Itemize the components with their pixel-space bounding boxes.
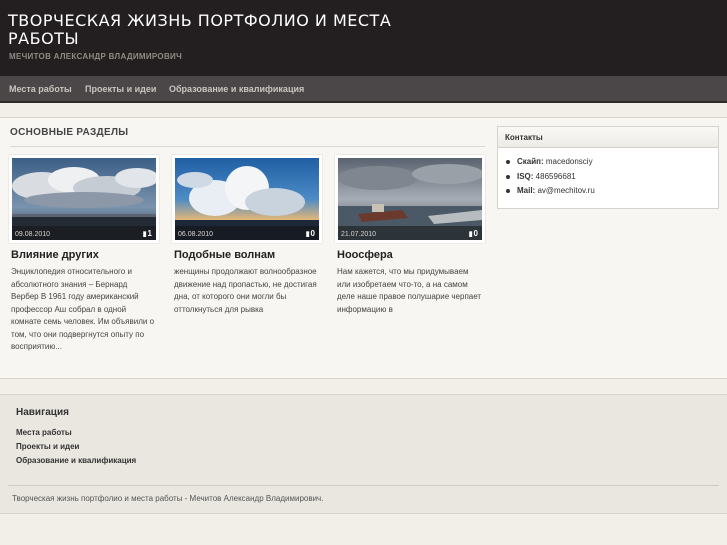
- post-card: 06.08.2010 ▮0 Подобные волнам женщины пр…: [172, 155, 322, 314]
- contact-value[interactable]: av@mechitov.ru: [535, 186, 594, 195]
- post-card: 21.07.2010 ▮0 Ноосфера Нам кажется, что …: [335, 155, 485, 314]
- site-subtitle: МЕЧИТОВ АЛЕКСАНДР ВЛАДИМИРОВИЧ: [9, 52, 183, 61]
- post-date: 09.08.2010: [15, 231, 51, 238]
- contacts-widget: Контакты Скайп: macedonsciy ISQ: 4865966…: [497, 126, 719, 209]
- post-excerpt: женщины продолжают волнообразное движени…: [174, 267, 317, 314]
- comment-count[interactable]: ▮1: [143, 229, 152, 238]
- site-footer: Навигация Места работы Проекты и идеи Об…: [0, 394, 727, 514]
- footer-link-projects[interactable]: Проекты и идеи: [16, 442, 79, 451]
- comment-count[interactable]: ▮0: [469, 229, 478, 238]
- contact-label: ISQ:: [517, 171, 534, 181]
- section-divider: [10, 146, 485, 147]
- contact-mail: Mail: av@mechitov.ru: [506, 184, 718, 199]
- contact-value: 486596681: [533, 171, 576, 181]
- speech-bubble-icon: ▮: [142, 231, 147, 238]
- footer-link-education[interactable]: Образование и квалификация: [16, 456, 136, 465]
- post-title[interactable]: Подобные волнам: [174, 249, 275, 261]
- site-header: ТВОРЧЕСКАЯ ЖИЗНЬ ПОРТФОЛИО И МЕСТА РАБОТ…: [0, 0, 727, 76]
- comment-count[interactable]: ▮0: [306, 229, 315, 238]
- contact-skype: Скайп: macedonsciy: [506, 155, 718, 170]
- contact-label: Mail:: [517, 186, 536, 195]
- footer-link-workplaces[interactable]: Места работы: [16, 428, 72, 437]
- contact-label: Скайп:: [517, 157, 544, 166]
- widget-title: Контакты: [498, 127, 718, 148]
- post-excerpt: Энциклопедия относительного и абсолютног…: [11, 267, 155, 351]
- thumbnail-meta-bar: 09.08.2010 ▮1: [12, 226, 156, 240]
- main-navigation: Места работы Проекты и идеи Образование …: [0, 76, 727, 103]
- copyright-text: Творческая жизнь портфолио и места работ…: [12, 494, 324, 503]
- footer-nav-title: Навигация: [16, 407, 69, 418]
- post-date: 21.07.2010: [341, 231, 377, 238]
- comment-count-value: 1: [147, 229, 152, 238]
- post-date: 06.08.2010: [178, 231, 214, 238]
- nav-item-workplaces[interactable]: Места работы: [9, 84, 72, 94]
- contacts-list: Скайп: macedonsciy ISQ: 486596681 Mail: …: [498, 148, 718, 199]
- post-thumbnail[interactable]: 06.08.2010 ▮0: [172, 155, 322, 243]
- post-excerpt: Нам кажется, что мы придумываем или изоб…: [337, 267, 482, 314]
- speech-bubble-icon: ▮: [468, 231, 473, 238]
- post-title[interactable]: Ноосфера: [337, 249, 393, 261]
- nav-item-projects[interactable]: Проекты и идеи: [85, 84, 156, 94]
- post-title[interactable]: Влияние других: [11, 249, 99, 261]
- post-thumbnail[interactable]: 21.07.2010 ▮0: [335, 155, 485, 243]
- thumbnail-meta-bar: 06.08.2010 ▮0: [175, 226, 319, 240]
- post-card: 09.08.2010 ▮1 Влияние других Энциклопеди…: [9, 155, 159, 351]
- footer-divider: [8, 485, 719, 486]
- section-title: ОСНОВНЫЕ РАЗДЕЛЫ: [10, 127, 129, 138]
- post-thumbnail[interactable]: 09.08.2010 ▮1: [9, 155, 159, 243]
- contact-icq: ISQ: 486596681: [506, 170, 718, 185]
- nav-item-education[interactable]: Образование и квалификация: [169, 84, 304, 94]
- comment-count-value: 0: [310, 229, 315, 238]
- site-title[interactable]: ТВОРЧЕСКАЯ ЖИЗНЬ ПОРТФОЛИО И МЕСТА РАБОТ…: [8, 12, 438, 48]
- contact-value: macedonsciy: [543, 157, 593, 166]
- comment-count-value: 0: [473, 229, 478, 238]
- speech-bubble-icon: ▮: [305, 231, 310, 238]
- thumbnail-meta-bar: 21.07.2010 ▮0: [338, 226, 482, 240]
